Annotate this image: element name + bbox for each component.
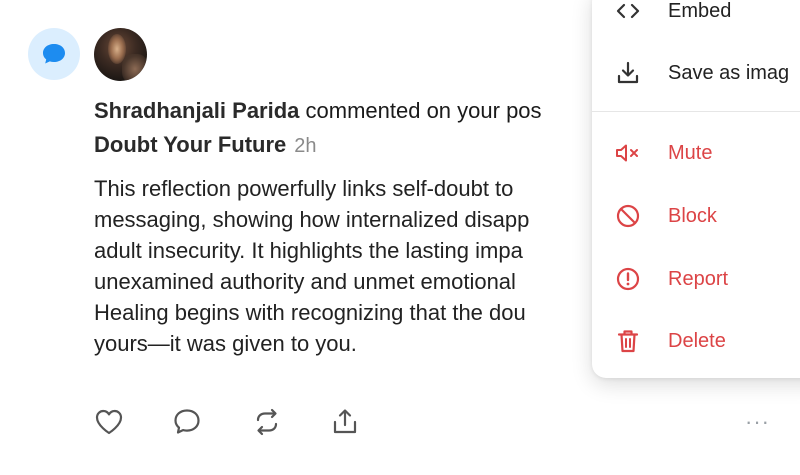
notification-header: Shradhanjali Parida commented on your po… [94,96,542,126]
menu-divider [592,111,800,112]
menu-item-label: Save as imag [668,61,790,84]
comment-line: unexamined authority and unmet emotional [94,269,516,294]
comment-notification-badge [28,28,80,80]
post-title-line: Doubt Your Future 2h [94,130,317,161]
reply-button[interactable] [170,405,204,439]
repost-button[interactable] [250,405,284,439]
like-button[interactable] [92,405,126,439]
avatar-figure [122,54,147,81]
avatar[interactable] [94,28,147,81]
comment-line: Healing begins with recognizing that the… [94,300,526,325]
code-icon [614,0,642,25]
comment-icon [174,409,200,434]
comment-line: messaging, showing how internalized disa… [94,207,530,232]
menu-item-label: Delete [668,329,726,352]
comment-line: adult insecurity. It highlights the last… [94,238,523,263]
timestamp: 2h [294,135,317,157]
context-menu: Embed Save as imag Mute Block Report Del… [592,0,800,378]
repost-icon [256,408,278,436]
menu-item-label: Block [668,204,717,227]
comment-bubble-icon [43,44,65,64]
post-title[interactable]: Doubt Your Future [94,132,286,157]
menu-item-label: Mute [668,141,713,164]
mute-icon [614,139,642,167]
comment-line: yours—it was given to you. [94,331,357,356]
report-icon [614,265,642,293]
comment-line: This reflection powerfully links self-do… [94,176,514,201]
menu-item-save-as-image[interactable]: Save as imag [592,50,800,96]
author-name[interactable]: Shradhanjali Parida [94,98,299,123]
menu-item-report[interactable]: Report [592,256,800,302]
menu-item-mute[interactable]: Mute [592,130,800,176]
menu-item-embed[interactable]: Embed [592,0,800,34]
share-icon [333,409,357,434]
share-button[interactable] [328,405,362,439]
comment-body: This reflection powerfully links self-do… [94,173,614,359]
menu-item-delete[interactable]: Delete [592,318,800,364]
more-options-button[interactable]: ··· [745,411,770,433]
menu-item-block[interactable]: Block [592,193,800,239]
trash-icon [614,327,642,355]
menu-item-label: Report [668,267,729,290]
heart-icon [95,409,123,435]
menu-item-label: Embed [668,0,732,22]
download-icon [614,59,642,87]
block-icon [614,202,642,230]
action-text: commented on your pos [299,98,542,123]
